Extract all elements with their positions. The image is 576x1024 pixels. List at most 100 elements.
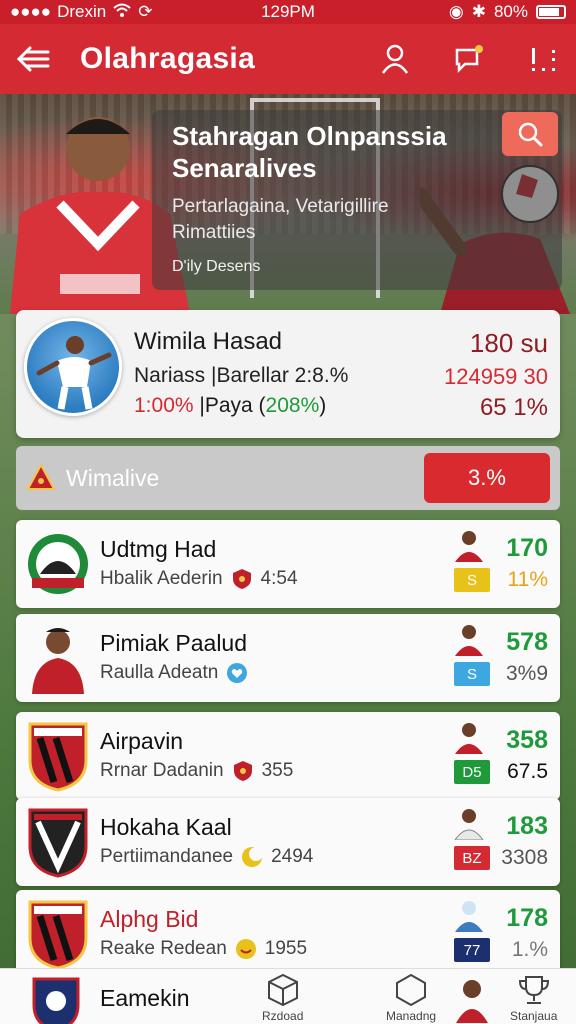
player-thumbnail xyxy=(455,625,483,656)
location-icon: ◉ xyxy=(448,2,464,21)
app-title: Olahragasia xyxy=(80,42,256,75)
nav-label: Manadng xyxy=(386,1009,437,1023)
nav-item-standings[interactable]: Stanjaua xyxy=(510,973,557,1023)
hero-subtitle-line1: Pertarlagaina, Vetarigillire xyxy=(172,196,389,217)
heart-icon xyxy=(227,663,248,683)
battery-label: 80% xyxy=(493,2,528,21)
battery-icon xyxy=(536,5,566,19)
profile-value-1: 180 su xyxy=(469,328,548,358)
hero-card: Stahragan Olnpanssia Senaralives Pertarl… xyxy=(152,110,562,290)
hero-banner[interactable]: Stahragan Olnpanssia Senaralives Pertarl… xyxy=(0,94,576,314)
profile-rate-mid: |Paya ( xyxy=(193,394,266,417)
player-thumbnail xyxy=(455,723,483,754)
club-crest-icon xyxy=(28,534,88,594)
list-item-badge: 77 xyxy=(454,938,490,962)
list-item-subtitle: Pertiimandanee 2494 xyxy=(100,846,313,868)
profile-rate-line: 1:00% |Paya (208%) xyxy=(134,394,326,418)
profile-value-3: 65 1% xyxy=(479,394,548,421)
club-crest-icon xyxy=(28,808,88,878)
hero-title-line2: Senaralives xyxy=(172,153,317,183)
nav-label: Stanjaua xyxy=(510,1009,558,1023)
list-item-sub-label: Hbalik Aederin xyxy=(100,568,223,589)
list-item-value: 183 xyxy=(506,812,548,840)
smiley-icon xyxy=(235,939,256,959)
list-item-sub-value: 2494 xyxy=(271,846,314,867)
list-item-badge: BZ xyxy=(454,846,490,870)
status-right: ◉ ✱ 80% xyxy=(449,2,566,22)
cube-icon xyxy=(267,973,298,1007)
section-pill-button[interactable]: 3.% xyxy=(424,453,550,503)
list-item[interactable]: Alphg Bid Reake Redean 1955 77 178 1.% xyxy=(16,890,560,978)
nav-label: Rzdoad xyxy=(262,1009,304,1023)
list-item-name: Alphg Bid xyxy=(100,906,199,932)
profile-stats-line: Nariass |Barellar 2:8.% xyxy=(134,364,349,387)
list-item-subtitle: Reake Redean 1955 xyxy=(100,938,307,960)
back-arrow-icon[interactable] xyxy=(16,42,50,76)
app-actions xyxy=(378,42,560,76)
list-item-name: Pimiak Paalud xyxy=(100,630,248,656)
profile-card[interactable]: Wimila Hasad Nariass |Barellar 2:8.% 1:0… xyxy=(16,310,560,438)
list-item-value: 578 xyxy=(506,628,548,656)
profile-rate-prefix: 1:00% xyxy=(134,394,194,417)
profile-rate-green: 208% xyxy=(265,394,320,417)
trophy-icon xyxy=(518,976,549,1004)
player-thumbnail xyxy=(456,980,488,1023)
shield-icon xyxy=(233,761,252,781)
player-thumbnail xyxy=(454,809,484,840)
list-item-name: Airpavin xyxy=(100,728,184,754)
search-icon xyxy=(518,122,543,147)
club-crest-icon xyxy=(32,977,80,1024)
club-crest-icon xyxy=(28,900,88,970)
hero-tag: D'ily Desens xyxy=(172,258,261,275)
player-avatar xyxy=(24,318,122,416)
list-item-percent: 1.% xyxy=(511,938,548,961)
list-item[interactable]: Hokaha Kaal Pertiimandanee 2494 BZ 183 3… xyxy=(16,798,560,886)
notification-icon[interactable] xyxy=(452,42,486,76)
signal-icon: ●●●● xyxy=(10,2,52,21)
list-item-badge: S xyxy=(454,662,490,686)
list-item[interactable]: Udtmg Had Hbalik Aederin 4:54 S 170 11% xyxy=(16,520,560,608)
peek-item-name: Eamekin xyxy=(100,985,190,1011)
list-item-sub-label: Raulla Adeatn xyxy=(100,662,219,683)
list-item-name: Hokaha Kaal xyxy=(100,814,232,840)
section-label: Wimalive xyxy=(66,464,160,491)
player-thumbnail xyxy=(455,531,483,562)
list-item-value: 170 xyxy=(506,534,548,562)
list-item-percent: 3%9 xyxy=(505,662,548,685)
app-bar: Olahragasia xyxy=(0,24,576,94)
hero-title-line1: Stahragan Olnpanssia xyxy=(172,121,447,151)
list-item-badge: D5 xyxy=(454,760,490,784)
status-left: ●●●● Drexin ⟳ xyxy=(10,2,152,23)
list-item-subtitle: Hbalik Aederin 4:54 xyxy=(100,568,298,590)
nav-item-board[interactable]: Rzdoad xyxy=(262,973,303,1023)
list-item-sub-value: 355 xyxy=(261,760,294,781)
wifi-icon xyxy=(112,2,132,23)
section-header: Wimalive 3.% xyxy=(16,446,560,510)
list-item-sub-value: 4:54 xyxy=(260,568,298,589)
list-item-percent: 67.5 xyxy=(507,760,548,783)
nav-item-manage[interactable]: Manadng xyxy=(386,973,436,1023)
list-item-value: 178 xyxy=(506,904,548,932)
sync-icon: ⟳ xyxy=(138,2,153,21)
player-thumbnail xyxy=(455,901,483,932)
list-item-subtitle: Raulla Adeatn xyxy=(100,662,256,684)
player-portrait-icon xyxy=(32,628,84,694)
hexagon-icon xyxy=(396,973,427,1007)
list-item[interactable]: Pimiak Paalud Raulla Adeatn S 578 3%9 xyxy=(16,614,560,702)
list-item-sub-label: Reake Redean xyxy=(100,938,227,959)
list-item[interactable]: Airpavin Rrnar Dadanin 355 D5 358 67.5 xyxy=(16,712,560,800)
carrier-label: Drexin xyxy=(57,2,107,21)
list-item-badge: S xyxy=(454,568,490,592)
profile-icon[interactable] xyxy=(378,42,412,76)
hero-subtitle-line2: Rimattiies xyxy=(172,222,256,243)
profile-rate-suffix: ) xyxy=(319,394,327,417)
bluetooth-icon: ✱ xyxy=(471,2,486,21)
search-button[interactable] xyxy=(502,112,558,156)
shield-icon xyxy=(232,569,251,589)
bottom-navigation: Eamekin Rzdoad Manadng Stanjaua xyxy=(0,968,576,1024)
list-item-sub-label: Pertiimandanee xyxy=(100,846,234,867)
club-crest-icon xyxy=(28,722,88,792)
moon-icon xyxy=(242,847,264,867)
more-options-icon[interactable] xyxy=(526,42,560,76)
list-item-percent: 11% xyxy=(507,568,548,591)
